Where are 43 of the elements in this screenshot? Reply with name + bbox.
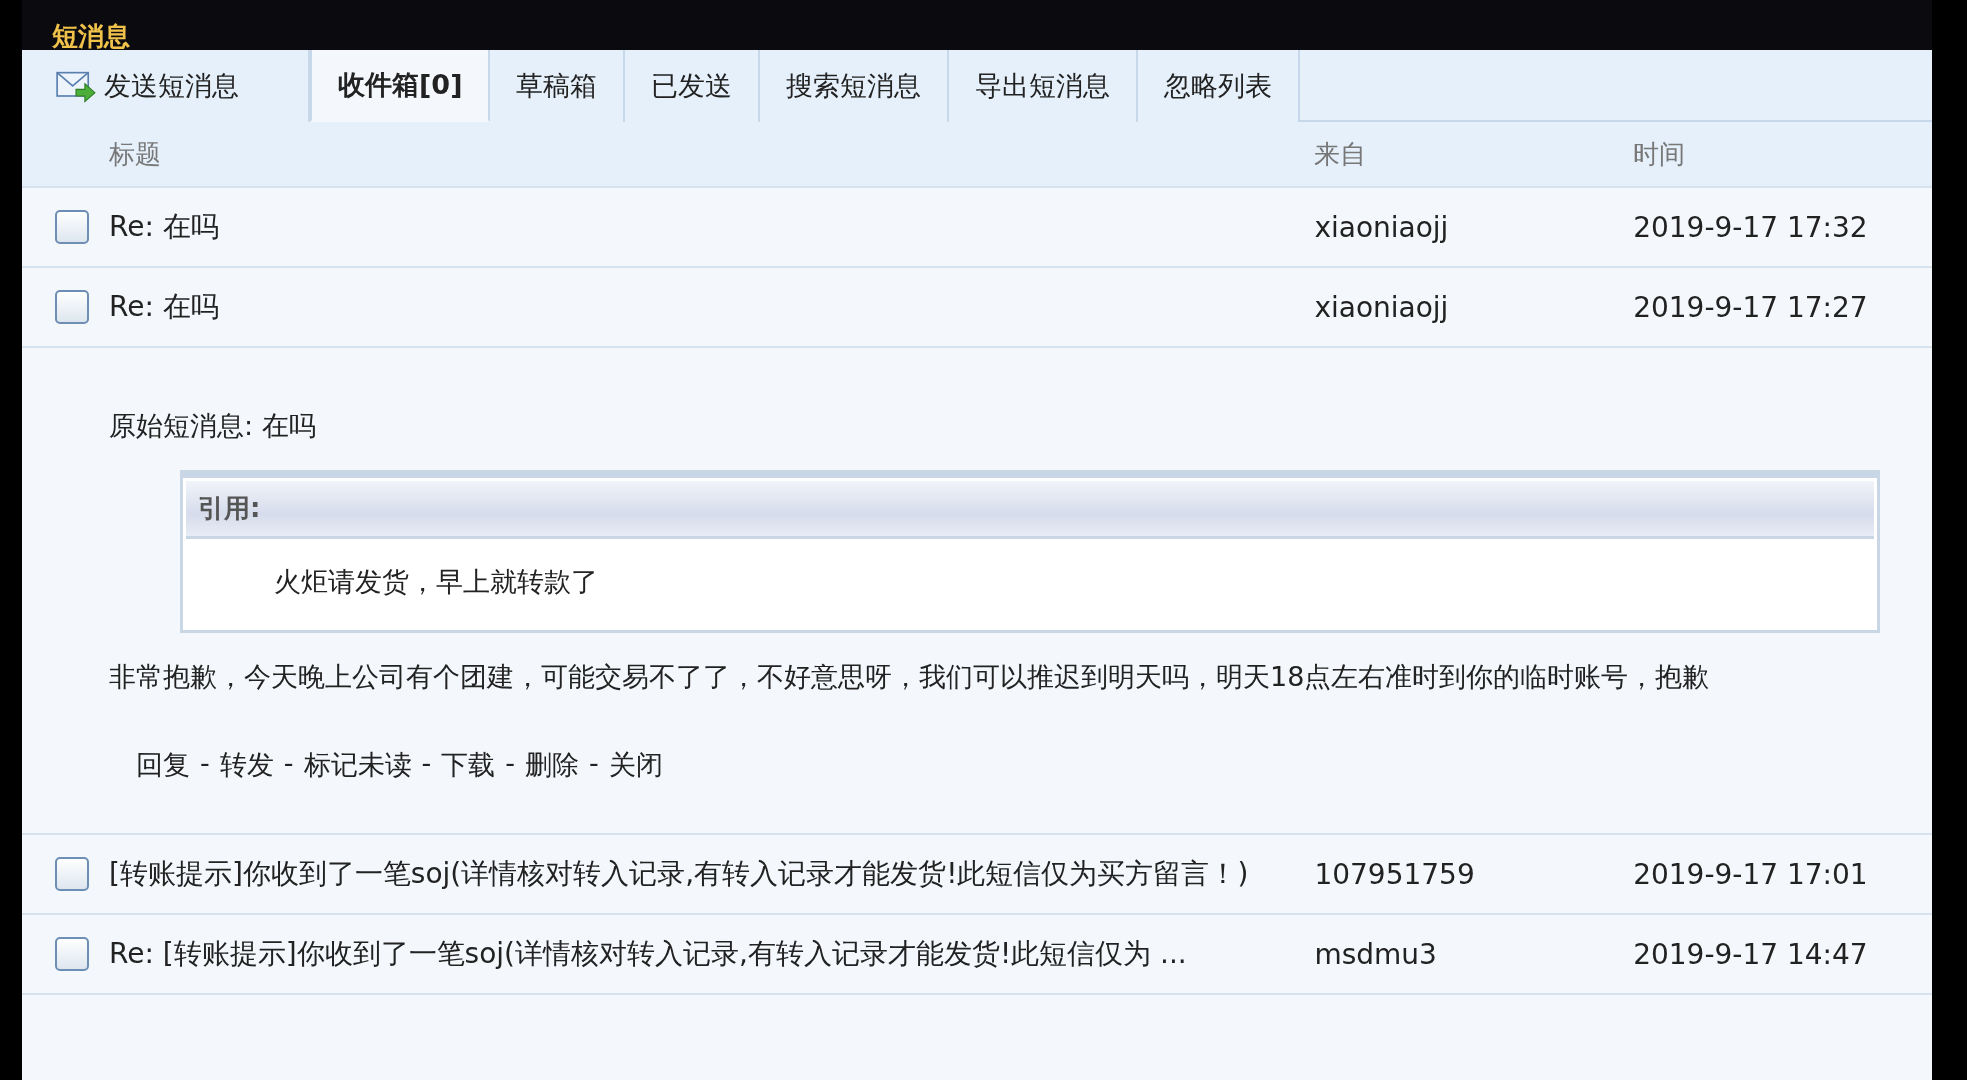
time-cell-text: 2019-9-17 17:32 <box>1633 210 1869 244</box>
column-header: 时间 <box>1633 137 1687 171</box>
sender-cell-text: msdmu3 <box>1314 937 1438 971</box>
quote-header: 引用: <box>186 481 1874 539</box>
sender-cell-text: xiaoniaojj <box>1314 210 1450 244</box>
separator-text: - <box>200 747 210 780</box>
message-title-link[interactable]: [转账提示]你收到了一笔soj(详情核对转入记录,有转入记录才能发货!此短信仅为买方留言！) <box>109 847 1315 901</box>
separator-text: - <box>283 747 294 780</box>
message-title-link[interactable]: Re: 在吗 <box>109 280 1315 334</box>
checkbox[interactable] <box>54 857 89 891</box>
message-title-link[interactable]: Re: 在吗 <box>109 200 1315 254</box>
column-header: 标题 <box>109 138 162 171</box>
page-title: 短消息 <box>51 22 130 50</box>
action-link[interactable]: 关闭 <box>608 747 663 783</box>
tab[interactable]: 收件箱[0] <box>310 50 491 122</box>
tab[interactable]: 草稿箱 <box>490 50 626 122</box>
tab[interactable]: 搜索短消息 <box>760 50 950 122</box>
separator-text: - <box>421 747 432 780</box>
message-title-link[interactable]: Re: [转账提示]你收到了一笔soj(详情核对转入记录,有转入记录才能发货!此短信仅为 ... <box>109 927 1315 981</box>
sender-cell-text: 107951759 <box>1314 857 1476 891</box>
time-cell-text: 2019-9-17 14:47 <box>1633 937 1869 971</box>
tab[interactable]: 忽略列表 <box>1138 50 1301 122</box>
checkbox[interactable] <box>54 290 89 324</box>
original-message: 原始短消息: 在吗 <box>109 409 317 443</box>
separator-text: - <box>505 747 515 780</box>
action-link[interactable]: 转发 <box>219 747 274 783</box>
tab[interactable]: 已发送 <box>625 50 761 122</box>
envelope-arrow-icon <box>56 69 96 103</box>
action-link[interactable]: 标记未读 <box>303 747 412 783</box>
time-cell-text: 2019-9-17 17:27 <box>1633 290 1869 324</box>
separator-text: - <box>589 747 599 780</box>
tab[interactable]: 导出短消息 <box>949 50 1139 122</box>
sender-cell-text: xiaoniaojj <box>1314 290 1450 324</box>
checkbox[interactable] <box>54 937 89 971</box>
checkbox[interactable] <box>54 210 89 244</box>
tab[interactable]: 发送短消息 <box>22 50 310 122</box>
action-link[interactable]: 删除 <box>525 747 579 783</box>
quote-text: 火炬请发货，早上就转款了 <box>273 565 599 599</box>
message-body: 非常抱歉，今天晚上公司有个团建，可能交易不了了，不好意思呀，我们可以推迟到明天吗，明天18点左右准时到你的临时账号，抱歉 <box>109 660 1711 694</box>
action-link[interactable]: 回复 <box>136 747 190 783</box>
action-link[interactable]: 下载 <box>441 747 496 783</box>
column-header: 来自 <box>1314 137 1368 171</box>
time-cell-text: 2019-9-17 17:01 <box>1633 857 1869 891</box>
